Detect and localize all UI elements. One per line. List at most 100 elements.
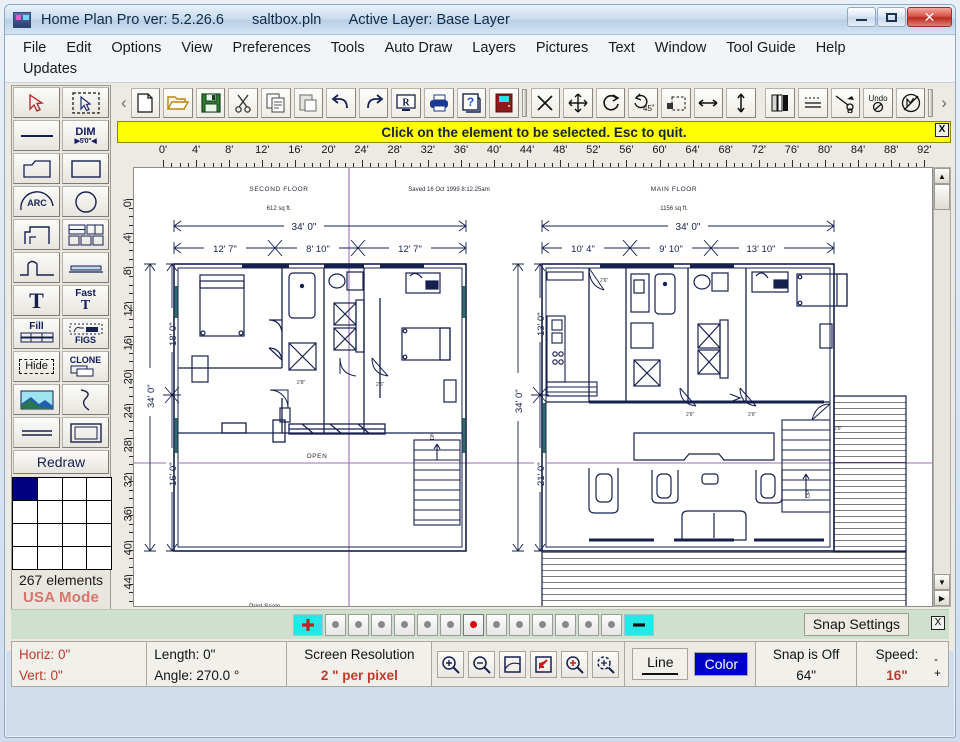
tool-beam[interactable] (62, 252, 109, 283)
menu-item-tools[interactable]: Tools (321, 38, 375, 59)
snap-panel[interactable]: Snap is Off 64" (756, 642, 857, 686)
tool-text[interactable]: T (13, 285, 60, 316)
tool-roof[interactable] (13, 252, 60, 283)
menu-item-help[interactable]: Help (806, 38, 856, 59)
print-button[interactable] (424, 88, 454, 118)
zoom-out-button[interactable] (468, 650, 496, 678)
tool-fill[interactable]: Fill (13, 318, 60, 349)
zoom-step-5[interactable] (440, 613, 461, 636)
menu-item-tool-guide[interactable]: Tool Guide (716, 38, 805, 59)
move-button[interactable] (563, 88, 593, 118)
zoom-step-8[interactable] (509, 613, 530, 636)
toolbar-scroll-left-icon[interactable]: ‹ (117, 93, 131, 113)
color-swatch[interactable] (62, 524, 87, 546)
zoom-in-end-button[interactable] (293, 613, 323, 636)
speed-decrease-button[interactable]: - (934, 652, 941, 666)
help-button[interactable]: ? (456, 88, 487, 118)
preview-button[interactable]: R (391, 88, 422, 118)
tool-clone[interactable]: CLONE (62, 351, 109, 382)
color-swatch[interactable] (87, 547, 111, 569)
select-box-button[interactable] (661, 88, 691, 118)
vertical-scrollbar[interactable]: ▲ ▼ ▶ (933, 167, 951, 607)
zoom-step-7[interactable] (486, 613, 507, 636)
menu-item-text[interactable]: Text (598, 38, 645, 59)
snap-settings-button[interactable]: Snap Settings (803, 613, 909, 636)
mirror-button[interactable] (765, 88, 796, 118)
tool-rectangle[interactable] (62, 153, 109, 184)
zoom-step-12[interactable] (601, 613, 622, 636)
tool-figures[interactable]: FIGS (62, 318, 109, 349)
drawing-canvas[interactable]: SECOND FLOOR 612 sq ft. Saved 16 Oct 199… (133, 167, 933, 607)
menu-item-file[interactable]: File (13, 38, 56, 59)
tool-circle[interactable] (62, 186, 109, 217)
zoom-step-current[interactable] (463, 613, 484, 636)
zoom-bar-close-button[interactable]: X (931, 616, 945, 630)
tool-wall[interactable] (13, 219, 60, 250)
color-swatch[interactable] (13, 501, 37, 523)
color-swatch[interactable] (37, 547, 62, 569)
color-swatch[interactable] (13, 478, 37, 500)
tool-dimension[interactable]: DIM ▶5'0"◀ (62, 120, 109, 151)
redo-button[interactable] (358, 88, 389, 118)
menu-item-preferences[interactable]: Preferences (223, 38, 321, 59)
tool-fast-text[interactable]: Fast T (62, 285, 109, 316)
tool-double-line[interactable] (13, 417, 60, 448)
undo-button[interactable] (326, 88, 356, 118)
align-lines-button[interactable] (798, 88, 828, 118)
menu-item-updates[interactable]: Updates (13, 59, 87, 80)
line-style-button[interactable]: Line (632, 648, 689, 680)
color-swatch-grid[interactable] (12, 477, 112, 570)
tool-arc[interactable]: ARC (13, 186, 60, 217)
menu-item-options[interactable]: Options (101, 38, 171, 59)
open-file-button[interactable] (163, 88, 193, 118)
menu-item-view[interactable]: View (171, 38, 222, 59)
zoom-step-2[interactable] (371, 613, 392, 636)
tool-hide[interactable]: Hide (13, 351, 60, 382)
zoom-step-11[interactable] (578, 613, 599, 636)
tool-select-area[interactable] (62, 87, 109, 118)
toolbar-scroll-right-icon[interactable]: › (937, 93, 951, 113)
color-swatch[interactable] (13, 524, 37, 546)
save-file-button[interactable] (195, 88, 226, 118)
color-swatch[interactable] (87, 524, 111, 546)
redraw-button[interactable]: Redraw (13, 450, 109, 474)
minimize-button[interactable] (847, 7, 876, 27)
menu-item-edit[interactable]: Edit (56, 38, 101, 59)
scroll-page-right-button[interactable]: ▶ (934, 590, 950, 606)
no-draw-button[interactable] (895, 88, 926, 118)
color-swatch[interactable] (62, 478, 87, 500)
zoom-window-button[interactable] (561, 650, 589, 678)
tool-select-arrow[interactable] (13, 87, 60, 118)
undo-zero-button[interactable]: Undo (863, 88, 893, 118)
tool-frame[interactable] (62, 417, 109, 448)
close-button[interactable]: ✕ (907, 7, 952, 27)
zoom-step-9[interactable] (532, 613, 553, 636)
menu-item-pictures[interactable]: Pictures (526, 38, 598, 59)
color-swatch[interactable] (13, 547, 37, 569)
zoom-fit-button[interactable] (499, 650, 527, 678)
color-swatch[interactable] (37, 478, 62, 500)
color-swatch[interactable] (37, 524, 62, 546)
maximize-button[interactable] (877, 7, 906, 27)
color-button[interactable]: Color (694, 652, 749, 676)
menu-item-window[interactable]: Window (645, 38, 717, 59)
tool-line[interactable] (13, 120, 60, 151)
stretch-vertical-button[interactable] (726, 88, 756, 118)
speed-increase-button[interactable]: + (934, 666, 941, 680)
menu-item-layers[interactable]: Layers (462, 38, 526, 59)
color-swatch[interactable] (37, 501, 62, 523)
zoom-out-end-button[interactable] (624, 613, 654, 636)
hint-close-button[interactable]: X (935, 123, 949, 137)
zoom-step-0[interactable] (325, 613, 346, 636)
door-button[interactable] (489, 88, 519, 118)
delete-button[interactable] (530, 88, 561, 118)
scroll-down-button[interactable]: ▼ (934, 574, 950, 590)
color-swatch[interactable] (87, 501, 111, 523)
zoom-select-button[interactable] (530, 650, 558, 678)
copy-button[interactable] (261, 88, 291, 118)
new-file-button[interactable] (130, 88, 161, 118)
zoom-step-3[interactable] (394, 613, 415, 636)
scroll-up-button[interactable]: ▲ (934, 168, 950, 184)
menu-item-auto-draw[interactable]: Auto Draw (375, 38, 463, 59)
zoom-previous-button[interactable] (592, 650, 620, 678)
